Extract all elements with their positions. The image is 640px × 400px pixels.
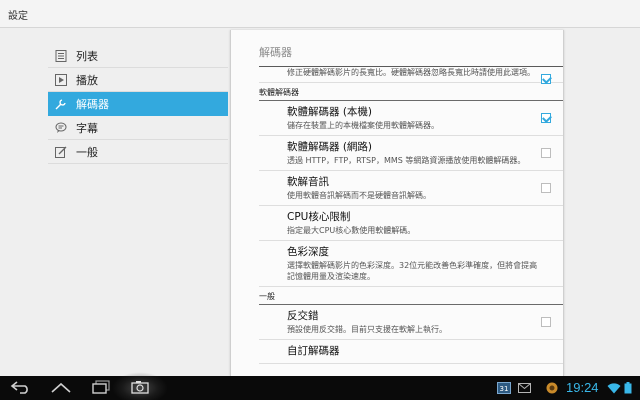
sidebar-item-subtitles[interactable]: 字幕: [48, 116, 228, 140]
panel-title: 解碼器: [259, 46, 292, 59]
app-notification-icon: [546, 382, 558, 394]
pref-checkbox[interactable]: [541, 148, 551, 158]
pref-summary: 選擇軟體解碼影片的色彩深度。32位元能改善色彩準確度，但將會提高記憶體用量及渲染…: [287, 261, 538, 281]
pref-title: 軟體解碼器 (網路): [287, 141, 373, 153]
category-general: 一般: [259, 287, 563, 305]
pref-title: 自訂解碼器: [287, 345, 340, 357]
pref-cpu-core-limit[interactable]: CPU核心限制 指定最大CPU核心數使用軟體解碼。: [259, 206, 563, 241]
pref-title: 軟解音訊: [287, 176, 329, 188]
settings-panel: 解碼器 修正硬體解碼影片的長寬比。硬體解碼器忽略長寬比時請使用此選項。 軟體解碼…: [230, 30, 564, 376]
sidebar-item-label: 解碼器: [76, 97, 109, 111]
mail-icon: [518, 382, 531, 394]
play-icon: [54, 73, 68, 86]
pref-checkbox[interactable]: [541, 317, 551, 327]
pref-title: CPU核心限制: [287, 211, 351, 223]
pref-title: 色彩深度: [287, 246, 329, 258]
sidebar-item-decoder[interactable]: 解碼器: [48, 92, 228, 116]
pref-checkbox[interactable]: [541, 74, 551, 84]
camera-icon: [131, 379, 149, 398]
pref-summary: 修正硬體解碼影片的長寬比。硬體解碼器忽略長寬比時請使用此選項。: [287, 68, 535, 77]
pref-checkbox[interactable]: [541, 183, 551, 193]
pref-summary: 透過 HTTP，FTP，RTSP，MMS 等網路資源播放使用軟體解碼器。: [287, 156, 526, 165]
pref-software-decoder-local[interactable]: 軟體解碼器 (本機) 儲存在裝置上的本機檔案使用軟體解碼器。: [259, 101, 563, 136]
calendar-icon: 31: [497, 382, 511, 394]
pref-custom-decoder[interactable]: 自訂解碼器: [259, 340, 563, 364]
recent-apps-button[interactable]: [88, 379, 114, 397]
sidebar-item-label: 一般: [76, 145, 98, 159]
pref-title: 反交錯: [287, 310, 319, 322]
recent-apps-icon: [91, 379, 111, 398]
sidebar-item-label: 播放: [76, 73, 98, 87]
back-button[interactable]: [8, 379, 34, 397]
wifi-icon: [607, 382, 621, 394]
pref-summary: 預設使用反交錯。目前只支援在軟解上執行。: [287, 325, 447, 334]
speech-bubble-icon: [54, 122, 68, 134]
back-icon: [10, 379, 32, 398]
battery-icon: [624, 382, 632, 394]
pref-summary: 使用軟體音訊解碼而不是硬體音訊解碼。: [287, 191, 431, 200]
calendar-day: 31: [500, 385, 509, 393]
action-bar: 設定: [0, 0, 640, 28]
edit-icon: [54, 146, 68, 158]
system-navigation-bar: 31 19:24: [0, 372, 640, 400]
pref-title: 軟體解碼器 (本機): [287, 106, 373, 118]
wrench-icon: [54, 98, 68, 110]
sidebar-item-playback[interactable]: 播放: [48, 68, 228, 92]
sidebar-item-label: 列表: [76, 49, 98, 63]
pref-software-audio[interactable]: 軟解音訊 使用軟體音訊解碼而不是硬體音訊解碼。: [259, 171, 563, 206]
list-icon: [54, 49, 68, 62]
preference-list: 修正硬體解碼影片的長寬比。硬體解碼器忽略長寬比時請使用此選項。 軟體解碼器 軟體…: [259, 66, 563, 364]
home-button[interactable]: [48, 379, 74, 397]
pref-software-decoder-network[interactable]: 軟體解碼器 (網路) 透過 HTTP，FTP，RTSP，MMS 等網路資源播放使…: [259, 136, 563, 171]
pref-aspect-ratio-fix[interactable]: 修正硬體解碼影片的長寬比。硬體解碼器忽略長寬比時請使用此選項。: [259, 66, 563, 84]
category-software-decoder: 軟體解碼器: [259, 83, 563, 101]
actionbar-title: 設定: [8, 11, 28, 22]
pref-color-depth[interactable]: 色彩深度 選擇軟體解碼影片的色彩深度。32位元能改善色彩準確度，但將會提高記憶體…: [259, 241, 563, 287]
pref-checkbox[interactable]: [541, 113, 551, 123]
sidebar: 列表 播放 解碼器 字幕 一般: [48, 44, 228, 164]
clock-time: 19:24: [566, 380, 599, 395]
pref-summary: 指定最大CPU核心數使用軟體解碼。: [287, 226, 416, 235]
sidebar-item-list[interactable]: 列表: [48, 44, 228, 68]
screenshot-button[interactable]: [127, 379, 153, 397]
sidebar-item-general[interactable]: 一般: [48, 140, 228, 164]
pref-summary: 儲存在裝置上的本機檔案使用軟體解碼器。: [287, 121, 439, 130]
sidebar-item-label: 字幕: [76, 121, 98, 135]
home-icon: [50, 379, 72, 398]
pref-deinterlace[interactable]: 反交錯 預設使用反交錯。目前只支援在軟解上執行。: [259, 305, 563, 340]
